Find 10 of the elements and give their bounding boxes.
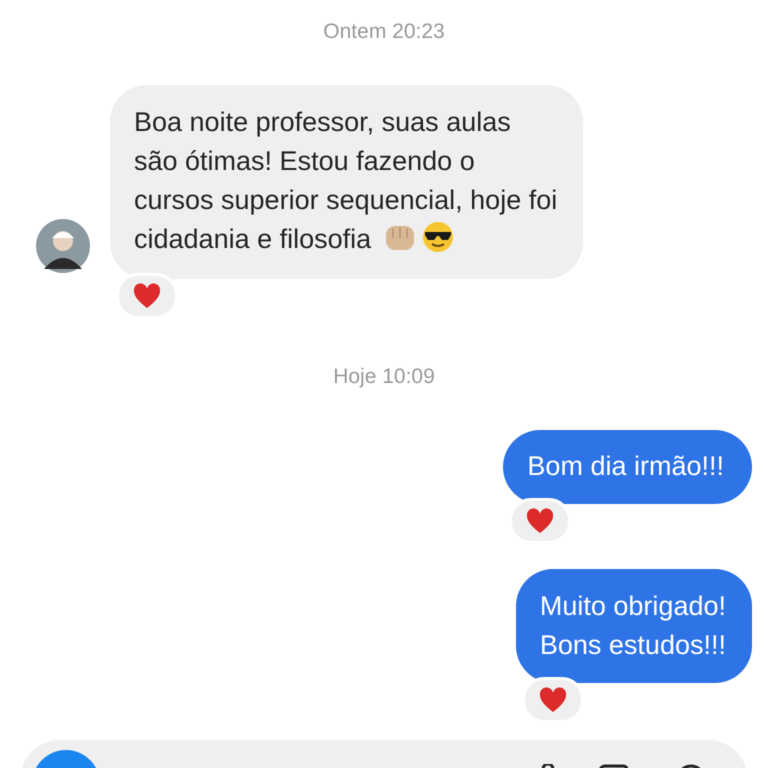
message-bubble: Bom dia irmão!!! bbox=[503, 430, 752, 504]
heart-icon bbox=[538, 687, 567, 713]
timestamp: Hoje 10:09 bbox=[333, 364, 435, 390]
sunglasses-face-icon bbox=[420, 220, 455, 254]
heart-icon bbox=[526, 508, 554, 534]
message-bubble: Muito obrigado! Bons estudos!!! bbox=[516, 569, 752, 683]
timestamp: Ontem 20:23 bbox=[323, 19, 445, 45]
message-bubble: Boa noite professor, suas aulas são ótimas! Estou fazendo o cursos superior sequencial, hoje foi cidadania e filosofia bbox=[110, 85, 584, 279]
heart-icon bbox=[133, 283, 161, 309]
avatar bbox=[36, 219, 90, 273]
